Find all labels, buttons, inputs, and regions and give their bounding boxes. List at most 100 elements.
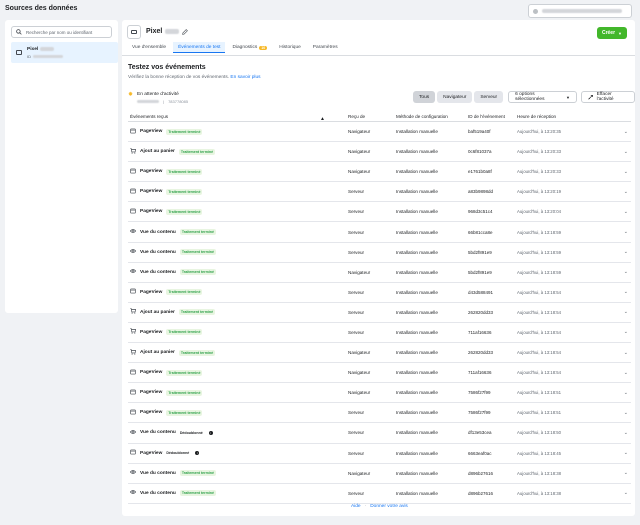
received-time: Aujourd'hui, à 13:18:45	[517, 450, 562, 456]
event-name: PageView	[140, 209, 163, 215]
event-id: 5bd2f891e9	[468, 249, 492, 255]
table-row[interactable]: PageView Traitement terminé Serveur Install…	[128, 182, 631, 203]
table-row[interactable]: Ajout au panier Traitement terminé Serveur…	[128, 303, 631, 323]
event-name: Vue du contenu	[140, 249, 176, 255]
filter-server-button[interactable]: Serveur	[474, 91, 504, 103]
tab-label: Vue d'ensemble	[132, 45, 167, 50]
tab-test-events[interactable]: Événements de test	[173, 42, 226, 53]
tab-settings[interactable]: Paramètres	[308, 42, 343, 53]
eye-icon	[129, 470, 137, 474]
edit-icon[interactable]	[182, 28, 189, 35]
chevron-down-icon[interactable]: ⌄	[624, 209, 628, 215]
chevron-down-icon[interactable]: ⌄	[624, 229, 628, 235]
table-row[interactable]: Vue du contenu Traitement terminé Serveur I…	[128, 222, 631, 243]
table-row[interactable]: Ajout au panier Traitement terminé Navigat…	[128, 142, 631, 163]
chevron-down-icon[interactable]: ⌄	[624, 129, 628, 135]
table-row[interactable]: PageView Traitement terminé Navigateur Inst…	[128, 383, 631, 404]
feedback-link[interactable]: Donner votre avis	[370, 504, 408, 509]
pixel-icon	[127, 25, 141, 39]
chevron-down-icon[interactable]: ⌄	[624, 350, 628, 356]
chevron-down-icon[interactable]: ⌄	[624, 430, 628, 436]
config-method: Installation manuelle	[396, 490, 438, 496]
table-row[interactable]: Vue du contenu Traitement terminé Navigate…	[128, 464, 631, 484]
chevron-down-icon[interactable]: ⌄	[624, 450, 628, 456]
received-from: Navigateur	[348, 470, 371, 476]
help-link[interactable]: Aide	[351, 504, 361, 509]
page-icon	[130, 188, 136, 194]
page-icon	[130, 168, 136, 174]
table-row[interactable]: Vue du contenu Traitement terminé Navigate…	[128, 263, 631, 283]
learn-more-link[interactable]: En savoir plus	[230, 75, 260, 80]
table-row[interactable]: PageView Traitement terminé Serveur Install…	[128, 403, 631, 424]
chevron-down-icon[interactable]: ⌄	[624, 289, 628, 295]
status-badge: Traitement terminé	[178, 349, 216, 356]
event-id: 0c6f81037a	[468, 149, 492, 155]
status-badge: Traitement terminé	[166, 389, 203, 396]
table-row[interactable]: PageView Traitement terminé Serveur Install…	[128, 323, 631, 344]
search-input[interactable]: Recherche par nom ou identifiant	[11, 26, 112, 38]
chevron-down-icon[interactable]: ⌄	[624, 249, 628, 255]
chevron-down-icon[interactable]: ⌄	[624, 390, 628, 396]
table-row[interactable]: PageView Traitement terminé Serveur Install…	[128, 202, 631, 223]
event-name: PageView	[140, 289, 163, 295]
received-from: Serveur	[348, 329, 365, 335]
table-row[interactable]: Ajout au panier Traitement terminé Navigat…	[128, 343, 631, 364]
page-icon	[130, 208, 136, 214]
options-dropdown[interactable]: 6 options sélectionnées ▼	[508, 91, 577, 103]
search-icon	[16, 29, 22, 35]
page-title: Sources des données	[5, 5, 78, 12]
tab-history[interactable]: Historique	[274, 42, 306, 53]
received-time: Aujourd'hui, à 13:18:59	[517, 249, 562, 255]
page-icon	[130, 288, 136, 294]
sidebar-item-pixel[interactable]: Pixel ID	[11, 42, 118, 63]
tab-diagnostics[interactable]: Diagnostics 10	[227, 42, 272, 53]
status-badge: Traitement terminé	[179, 470, 216, 477]
page-icon	[130, 389, 136, 395]
table-row[interactable]: Vue du contenu Traitement terminé Serveur I…	[128, 484, 631, 504]
account-selector[interactable]	[528, 4, 632, 18]
chevron-down-icon[interactable]: ⌄	[624, 189, 628, 195]
waiting-url-redacted	[137, 100, 160, 103]
clear-activity-button[interactable]: Effacer l'activité	[581, 91, 635, 103]
chevron-down-icon[interactable]: ⌄	[624, 490, 628, 496]
header-method: Méthode de configuration	[396, 114, 448, 119]
pixel-name-redacted	[40, 47, 55, 51]
table-row[interactable]: Vue du contenu Dédoublonné i Serveur Install…	[128, 423, 631, 444]
status-badge: Traitement terminé	[166, 168, 203, 175]
table-row[interactable]: Vue du contenu Traitement terminé Serveur I…	[128, 243, 631, 263]
tab-overview[interactable]: Vue d'ensemble	[127, 42, 171, 53]
table-row[interactable]: PageView Traitement terminé Serveur Install…	[128, 283, 631, 303]
filter-all-button[interactable]: Tous	[413, 91, 436, 103]
create-button[interactable]: Créer ▼	[597, 27, 627, 39]
info-icon[interactable]: i	[208, 430, 213, 435]
received-from: Serveur	[348, 209, 365, 215]
status-badge: Traitement terminé	[166, 289, 203, 296]
event-name: Vue du contenu	[140, 430, 176, 436]
received-from: Serveur	[348, 309, 365, 315]
chevron-down-icon[interactable]: ⌄	[624, 470, 628, 476]
event-id: 968d3c51c4	[468, 209, 493, 215]
chevron-down-icon[interactable]: ⌄	[624, 329, 628, 335]
info-icon[interactable]: i	[195, 451, 200, 456]
table-row[interactable]: PageView Traitement terminé Navigateur Inst…	[128, 122, 631, 143]
waiting-status: ✸ En attente d'activité | 783778085	[128, 92, 188, 104]
received-from: Serveur	[348, 289, 365, 295]
filter-browser-button[interactable]: Navigateur	[437, 91, 473, 103]
chevron-down-icon[interactable]: ⌄	[624, 370, 628, 376]
chevron-down-icon[interactable]: ⌄	[624, 269, 628, 275]
table-row[interactable]: PageView Traitement terminé Navigateur Inst…	[128, 162, 631, 183]
chevron-down-icon[interactable]: ⌄	[624, 309, 628, 315]
event-id: 262820dd33	[468, 350, 494, 356]
chevron-down-icon[interactable]: ⌄	[624, 149, 628, 155]
warning-icon[interactable]: ▲	[320, 116, 325, 122]
chevron-down-icon[interactable]: ⌄	[624, 169, 628, 175]
clear-icon	[588, 94, 593, 100]
event-name: PageView	[140, 450, 163, 456]
pixel-name: Pixel	[27, 46, 39, 52]
event-id: a83b9898dd	[468, 189, 494, 195]
table-row[interactable]: PageView Dédoublonné i Serveur Installation …	[128, 444, 631, 464]
table-row[interactable]: PageView Traitement terminé Navigateur Inst…	[128, 363, 631, 384]
chevron-down-icon[interactable]: ⌄	[624, 410, 628, 416]
event-id: 711af16636	[468, 370, 492, 376]
event-id: 6663eaf0ac	[468, 450, 492, 456]
